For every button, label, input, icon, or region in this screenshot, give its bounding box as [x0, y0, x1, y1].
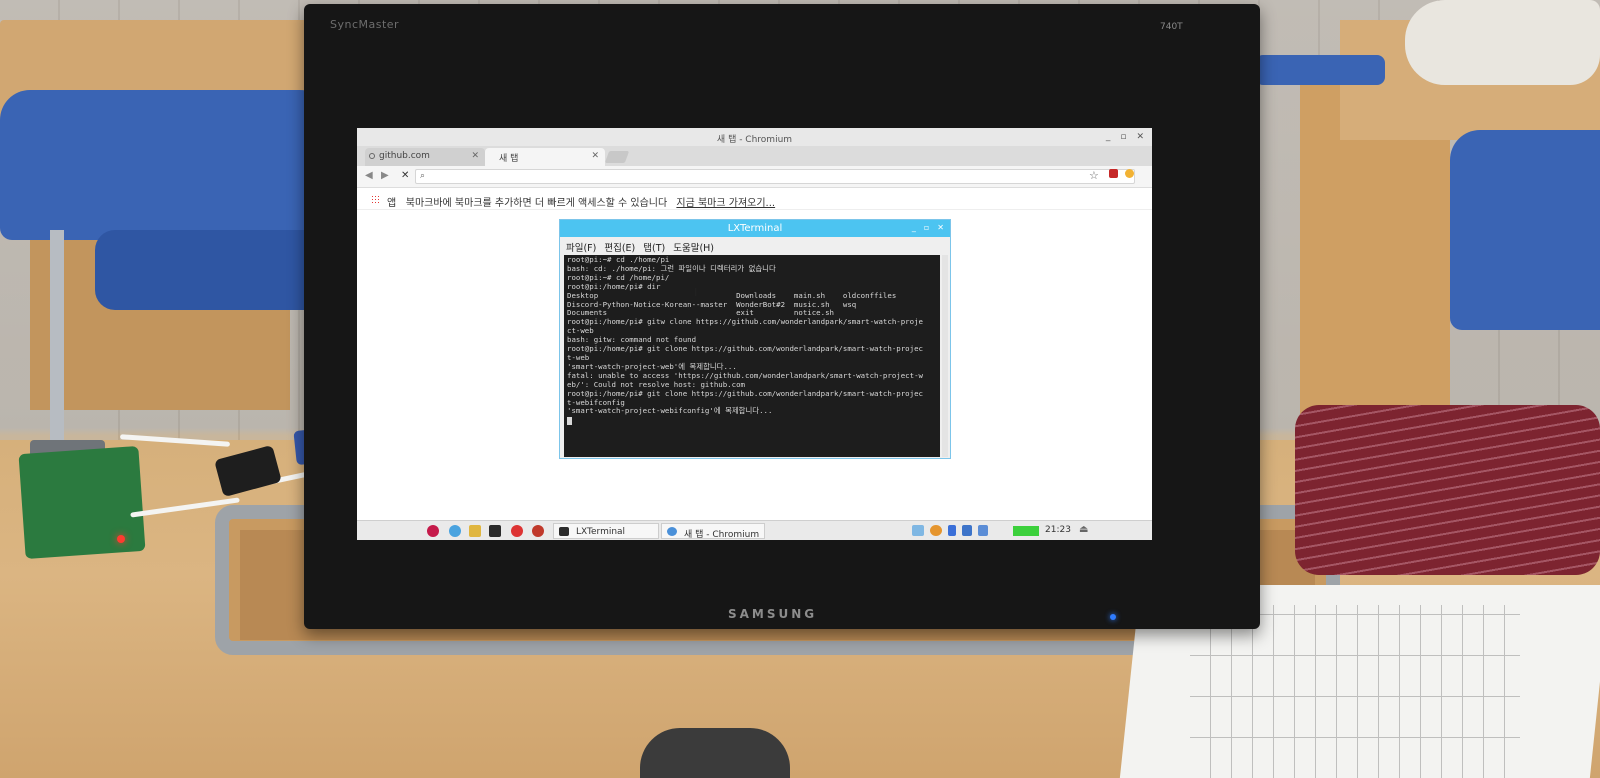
forward-arrow-icon[interactable]: ▶ — [381, 170, 389, 181]
chair-right-backrest — [1450, 130, 1600, 330]
monitor-brand: SyncMaster — [330, 18, 400, 31]
lxterminal-menubar: 파일(F) 편집(E) 탭(T) 도움말(H) — [560, 237, 950, 254]
wolfram-icon[interactable] — [511, 525, 523, 537]
menu-edit[interactable]: 편집(E) — [604, 240, 635, 254]
tab-label: 새 탭 — [499, 154, 519, 164]
menu-help[interactable]: 도움말(H) — [673, 240, 714, 254]
extension-shield-icon[interactable] — [1109, 169, 1118, 178]
tab-label: github.com — [379, 151, 430, 161]
mathematica-icon[interactable] — [532, 525, 544, 537]
bookmark-bar-message: 앱 북마크바에 북마크를 추가하면 더 빠르게 액세스할 수 있습니다 지금 북… — [387, 194, 775, 209]
chromium-tabstrip: github.com ✕ 새 탭 ✕ — [357, 146, 1152, 166]
extension-icon[interactable] — [1125, 169, 1134, 178]
task-label: 새 탭 - Chromium — [684, 530, 760, 540]
cloth-bag — [1405, 0, 1600, 85]
terminal-icon — [559, 527, 569, 536]
file-manager-icon[interactable] — [469, 525, 481, 537]
terminal-line: root@pi:/home/pi# gitw clone https://git… — [567, 317, 923, 327]
lxterminal-window: LXTerminal _ ▫ ✕ 파일(F) 편집(E) 탭(T) 도움말(H)… — [559, 219, 951, 459]
import-bookmarks-link[interactable]: 지금 북마크 가져오기... — [676, 198, 775, 209]
tab-github[interactable]: github.com ✕ — [365, 148, 485, 166]
taskbar-task-chromium[interactable]: 새 탭 - Chromium — [661, 523, 765, 540]
raspberry-pi-board — [18, 445, 146, 560]
system-tray — [912, 525, 988, 536]
monitor-model: 740T — [1160, 22, 1183, 32]
chair-right-backrest-top — [1255, 55, 1385, 85]
cpu-usage-meter — [1013, 526, 1039, 536]
globe-icon — [369, 153, 375, 159]
bookmark-star-icon[interactable]: ☆ — [1089, 169, 1100, 182]
close-icon[interactable]: ✕ — [937, 223, 944, 232]
network-icon[interactable] — [912, 525, 924, 536]
apps-label[interactable]: 앱 — [387, 198, 396, 209]
chair-left-seat — [95, 230, 335, 310]
chair-left-backrest — [0, 90, 330, 240]
monitor-screen: 새 탭 - Chromium _ ▫ ✕ github.com ✕ 새 탭 ✕ … — [357, 128, 1152, 540]
raspberry-menu-icon[interactable] — [427, 525, 439, 537]
vnc-icon[interactable] — [930, 525, 942, 536]
terminal-output[interactable]: root@pi:~# cd ./home/pi bash: cd: ./home… — [564, 255, 940, 457]
lxterminal-titlebar[interactable]: LXTerminal _ ▫ ✕ — [560, 220, 950, 237]
samsung-logo: SAMSUNG — [728, 607, 818, 621]
bookmark-bar: 앱 북마크바에 북마크를 추가하면 더 빠르게 액세스할 수 있습니다 지금 북… — [357, 188, 1152, 210]
back-arrow-icon[interactable]: ◀ — [365, 170, 373, 181]
lxterminal-title: LXTerminal — [727, 223, 783, 234]
minimize-icon[interactable]: _ — [1106, 132, 1111, 142]
foil-wrapper — [640, 728, 790, 778]
transfer-arrows-icon[interactable] — [962, 525, 972, 536]
chromium-window-controls: _ ▫ ✕ — [1106, 132, 1144, 142]
minimize-icon[interactable]: _ — [912, 223, 916, 232]
lxterminal-window-controls: _ ▫ ✕ — [912, 223, 944, 232]
tab-new-tab[interactable]: 새 탭 ✕ — [485, 148, 605, 166]
pencil-pouch — [1295, 405, 1600, 575]
browser-launcher-icon[interactable] — [449, 525, 461, 537]
terminal-scrollbar[interactable] — [942, 255, 948, 457]
apps-grid-icon[interactable] — [371, 195, 380, 204]
new-tab-button[interactable] — [604, 151, 630, 163]
close-icon[interactable]: ✕ — [1136, 132, 1144, 142]
tab-close-icon[interactable]: ✕ — [471, 151, 479, 161]
bookmark-hint: 북마크바에 북마크를 추가하면 더 빠르게 액세스할 수 있습니다 — [405, 198, 668, 209]
taskbar: LXTerminal 새 탭 - Chromium 21:23 ⏏ — [357, 520, 1152, 540]
stop-icon[interactable]: ✕ — [401, 170, 409, 181]
terminal-prompt-line — [567, 416, 940, 426]
eject-icon[interactable]: ⏏ — [1079, 524, 1088, 535]
taskbar-task-lxterminal[interactable]: LXTerminal — [553, 523, 659, 539]
volume-icon[interactable] — [978, 525, 988, 536]
chair-left-leg — [50, 230, 64, 440]
bluetooth-icon[interactable] — [948, 525, 956, 536]
terminal-line: root@pi:/home/pi# git clone https://gith… — [567, 344, 923, 354]
chromium-titlebar[interactable]: 새 탭 - Chromium _ ▫ ✕ — [357, 128, 1152, 146]
paper-form-grid — [1190, 605, 1520, 778]
address-bar[interactable]: ⌕ — [415, 169, 1135, 184]
menu-tabs[interactable]: 탭(T) — [643, 240, 665, 254]
text-cursor-icon: I — [694, 286, 698, 299]
power-led[interactable] — [1110, 614, 1116, 620]
raspberry-pi-led — [117, 535, 125, 543]
tab-close-icon[interactable]: ✕ — [591, 151, 599, 161]
terminal-cursor — [567, 417, 572, 426]
taskbar-clock[interactable]: 21:23 — [1045, 525, 1071, 535]
task-label: LXTerminal — [576, 527, 626, 537]
menu-file[interactable]: 파일(F) — [566, 240, 596, 254]
terminal-launcher-icon[interactable] — [489, 525, 501, 537]
chromium-toolbar: ◀ ▶ ✕ ⌕ ☆ — [357, 166, 1152, 188]
chromium-icon — [667, 527, 677, 536]
chromium-window-title: 새 탭 - Chromium — [716, 135, 793, 145]
terminal-line: 'smart-watch-project-webifconfig'에 복제합니다… — [567, 406, 773, 416]
maximize-icon[interactable]: ▫ — [924, 223, 929, 232]
search-icon: ⌕ — [420, 171, 426, 181]
maximize-icon[interactable]: ▫ — [1120, 132, 1126, 142]
